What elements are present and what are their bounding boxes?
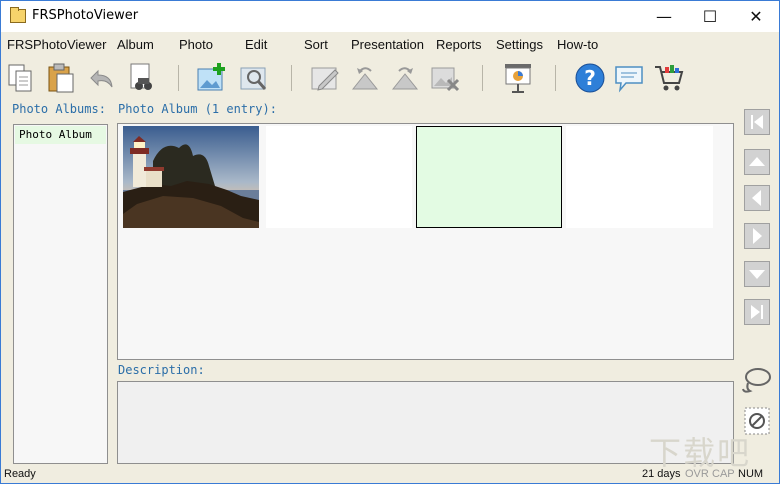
comment-icon[interactable]: [613, 62, 645, 94]
toolbar-separator: [291, 65, 292, 91]
photo-slot-selected[interactable]: [416, 126, 562, 228]
edit-photo-icon[interactable]: [309, 62, 341, 94]
undo-icon[interactable]: [85, 62, 117, 94]
menu-how-to[interactable]: How-to: [557, 37, 598, 52]
photo-thumbnail-grid[interactable]: [117, 123, 734, 360]
app-window: FRSPhotoViewer — ☐ ✕ FRSPhotoViewer Albu…: [0, 0, 780, 484]
folder-icon: [10, 7, 26, 23]
num-indicator: NUM: [738, 468, 764, 480]
toolbar-separator: [555, 65, 556, 91]
menu-edit[interactable]: Edit: [245, 37, 267, 52]
photo-slot-empty[interactable]: [566, 126, 713, 228]
arrow-down-icon: [749, 270, 765, 279]
cart-icon[interactable]: [653, 62, 685, 94]
status-text: Ready: [4, 468, 36, 480]
move-down-button[interactable]: [744, 261, 770, 287]
minimize-button[interactable]: —: [641, 1, 687, 32]
trial-days: 21 days: [642, 468, 681, 480]
status-bar: Ready 21 days OVR CAP NUM: [1, 466, 779, 483]
menu-album[interactable]: Album: [117, 37, 154, 52]
lasso-icon[interactable]: [740, 365, 772, 395]
menu-frsphotoviewer[interactable]: FRSPhotoViewer: [7, 37, 106, 52]
last-photo-button[interactable]: [744, 299, 770, 325]
skip-first-icon: [751, 115, 763, 129]
description-field[interactable]: [117, 381, 734, 464]
menu-sort[interactable]: Sort: [304, 37, 328, 52]
cap-indicator: CAP: [712, 468, 735, 480]
toolbar-separator: [482, 65, 483, 91]
menu-reports[interactable]: Reports: [436, 37, 482, 52]
album-item-photo-album[interactable]: Photo Album: [15, 126, 106, 144]
paste-icon[interactable]: [45, 62, 77, 94]
arrow-left-icon: [752, 190, 761, 206]
photo-albums-list[interactable]: Photo Album: [13, 124, 108, 464]
menu-photo[interactable]: Photo: [179, 37, 213, 52]
skip-last-icon: [751, 305, 763, 319]
add-photo-icon[interactable]: [195, 62, 227, 94]
first-photo-button[interactable]: [744, 109, 770, 135]
svg-text:?: ?: [584, 66, 596, 90]
delete-photo-icon[interactable]: [429, 62, 461, 94]
toolbar: ?: [1, 57, 779, 99]
rotate-right-icon[interactable]: [389, 62, 421, 94]
previous-photo-button[interactable]: [744, 185, 770, 211]
window-title: FRSPhotoViewer: [32, 8, 139, 23]
photo-album-label: Photo Album (1 entry):: [118, 102, 277, 116]
presentation-icon[interactable]: [502, 62, 534, 94]
toolbar-separator: [178, 65, 179, 91]
view-photo-icon[interactable]: [238, 62, 270, 94]
copy-icon[interactable]: [6, 62, 38, 94]
menu-presentation[interactable]: Presentation: [351, 37, 424, 52]
menu-settings[interactable]: Settings: [496, 37, 543, 52]
find-icon[interactable]: [125, 62, 157, 94]
arrow-right-icon: [753, 228, 762, 244]
ovr-indicator: OVR: [685, 468, 709, 480]
description-label: Description:: [118, 363, 205, 377]
menu-bar: FRSPhotoViewer Album Photo Edit Sort Pre…: [1, 32, 779, 56]
next-photo-button[interactable]: [744, 223, 770, 249]
rotate-left-icon[interactable]: [349, 62, 381, 94]
lighthouse-photo: [123, 126, 259, 228]
title-bar: FRSPhotoViewer — ☐ ✕: [1, 1, 779, 32]
photo-thumbnail[interactable]: [123, 126, 259, 228]
arrow-up-icon: [749, 157, 765, 166]
maximize-button[interactable]: ☐: [687, 1, 733, 32]
photo-albums-label: Photo Albums:: [12, 102, 106, 116]
help-icon[interactable]: ?: [574, 62, 606, 94]
close-button[interactable]: ✕: [733, 1, 779, 32]
photo-slot-empty[interactable]: [266, 126, 412, 228]
move-up-button[interactable]: [744, 149, 770, 175]
